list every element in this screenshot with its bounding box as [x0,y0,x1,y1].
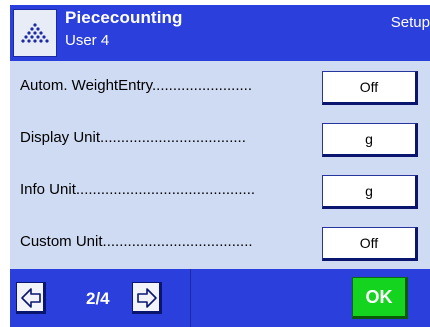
arrow-right-icon [137,288,157,308]
header-bar: Piececounting User 4 Setup [10,5,430,61]
info-unit-button[interactable]: g [322,175,418,209]
footer-divider [190,269,191,327]
footer-bar: 2/4 OK [10,269,430,327]
next-page-button[interactable] [132,282,162,314]
page-indicator: 2/4 [86,289,110,308]
settings-list: Autom. WeightEntry......................… [10,61,430,269]
screen: Piececounting User 4 Setup Autom. Weight… [0,0,430,327]
setting-label: Custom Unit.............................… [20,233,253,250]
setting-label: Autom. WeightEntry......................… [20,77,253,94]
setting-row-display-unit: Display Unit............................… [10,113,430,165]
arrow-left-icon [21,288,41,308]
setup-label: Setup [390,14,430,31]
setting-row-info-unit: Info Unit...............................… [10,165,430,217]
setting-label: Info Unit...............................… [20,181,256,198]
prev-page-button[interactable] [16,282,46,314]
app-title: Piececounting [65,8,183,27]
setting-row-autom-weightentry: Autom. WeightEntry......................… [10,61,430,113]
ok-button[interactable]: OK [352,277,408,319]
user-label: User 4 [65,32,110,49]
custom-unit-button[interactable]: Off [322,227,418,261]
setting-label: Display Unit............................… [20,129,246,146]
autom-weightentry-button[interactable]: Off [322,71,418,105]
pyramid-dots-icon [13,9,57,57]
display-unit-button[interactable]: g [322,123,418,157]
setting-row-custom-unit: Custom Unit.............................… [10,217,430,269]
